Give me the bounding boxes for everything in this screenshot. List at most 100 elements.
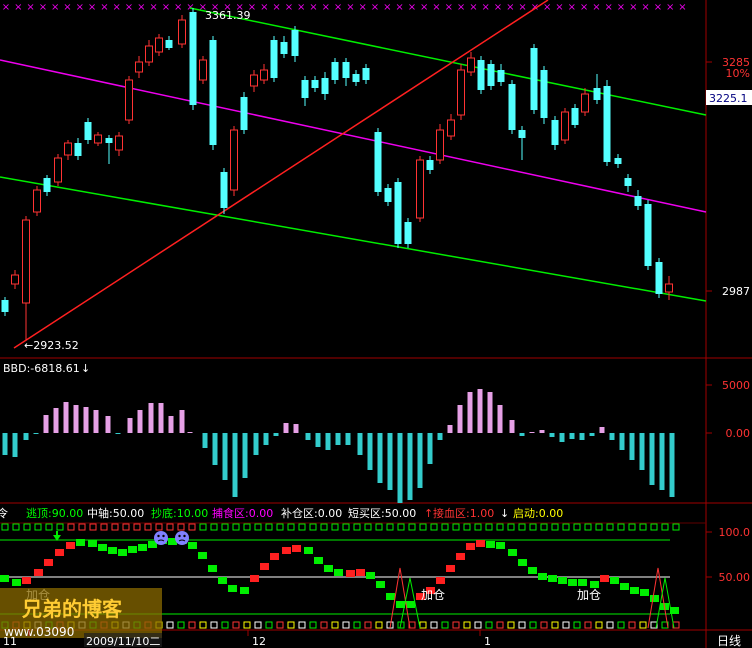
x-marker: × (395, 2, 403, 13)
square-marker (353, 523, 361, 531)
bbd-bar (63, 402, 69, 433)
signal-step (0, 575, 9, 582)
signal-step (518, 559, 527, 566)
square-marker (199, 621, 207, 629)
bbd-bar (283, 423, 289, 433)
period-label[interactable]: 日线 (717, 634, 741, 648)
bbd-bar (367, 433, 373, 470)
x-marker: × (592, 2, 600, 13)
square-marker (628, 621, 636, 629)
x-marker: × (457, 2, 465, 13)
candle-body (230, 129, 238, 191)
square-marker (397, 523, 405, 531)
candle-body (145, 45, 153, 63)
bbd-bar-series (2, 389, 675, 503)
signal-step (346, 570, 355, 577)
x-marker: × (605, 2, 613, 13)
signal-step (640, 589, 649, 596)
square-marker (474, 523, 482, 531)
square-marker (100, 523, 108, 531)
signal-step (314, 557, 323, 564)
down-arrow-icon: ↓ (500, 507, 509, 520)
x-marker: × (76, 2, 84, 13)
signal-step (260, 563, 269, 570)
square-marker (584, 523, 592, 531)
x-marker: × (654, 2, 662, 13)
x-marker: × (568, 2, 576, 13)
signal-step (406, 601, 415, 608)
square-marker (298, 621, 306, 629)
candle-body (240, 97, 248, 130)
square-marker (463, 621, 471, 629)
bbd-bar (417, 433, 423, 488)
square-marker (375, 621, 383, 629)
square-marker (309, 621, 317, 629)
square-marker (243, 621, 251, 629)
jiacang-label: 加仓 (421, 588, 445, 602)
bbd-bar (335, 433, 341, 445)
x-marker: × (518, 2, 526, 13)
signal-step (250, 575, 259, 582)
bbd-bar (148, 403, 154, 433)
candle-body (178, 19, 186, 45)
square-marker (540, 621, 548, 629)
x-marker: × (63, 2, 71, 13)
x-marker: × (359, 2, 367, 13)
candle-body (270, 40, 278, 78)
x-marker: × (272, 2, 280, 13)
signal-header-duanmai: 短买区:50.00 (348, 506, 416, 520)
bbd-bar (539, 430, 545, 433)
x-marker: × (506, 2, 514, 13)
bbd-bar (519, 433, 525, 436)
x-marker: × (309, 2, 317, 13)
bbd-bar (387, 433, 393, 490)
candle-body (135, 61, 143, 73)
x-marker: × (408, 2, 416, 13)
signal-step (446, 565, 455, 572)
square-marker (463, 523, 471, 531)
square-marker (617, 621, 625, 629)
candle-body (436, 129, 444, 161)
square-marker (144, 523, 152, 531)
bbd-bar (377, 433, 383, 483)
bbd-bar (212, 433, 218, 465)
bbd-bar (345, 433, 351, 445)
square-marker (12, 523, 20, 531)
bbd-axis-5000: 5000 (722, 379, 750, 392)
square-marker (122, 523, 130, 531)
square-marker (320, 621, 328, 629)
candle-body (125, 79, 133, 121)
signal-step (88, 540, 97, 547)
square-marker (320, 523, 328, 531)
square-marker (276, 621, 284, 629)
time-label-12: 12 (252, 635, 266, 648)
candle-body (540, 70, 548, 118)
signal-step (650, 595, 659, 602)
candle-body (199, 59, 207, 81)
signal-step (292, 545, 301, 552)
signal-step (324, 565, 333, 572)
square-marker (353, 621, 361, 629)
candle-body (477, 60, 485, 90)
signal-step (620, 583, 629, 590)
candle-body (165, 40, 173, 48)
bbd-bar (263, 433, 269, 445)
square-marker (496, 621, 504, 629)
x-marker: × (555, 2, 563, 13)
candle-body (665, 283, 673, 293)
signal-header: 令 逃顶:90.00 中轴:50.00 抄底:10.00 捕食区:0.00 补仓区:0.0… (0, 506, 563, 520)
square-marker (331, 621, 339, 629)
candle-body (352, 74, 360, 82)
x-marker: × (162, 2, 170, 13)
bbd-bar (619, 433, 625, 450)
x-marker: × (383, 2, 391, 13)
square-marker (298, 523, 306, 531)
signal-step (600, 575, 609, 582)
square-marker (221, 523, 229, 531)
square-marker (331, 523, 339, 531)
candle-body (508, 84, 516, 130)
square-marker (430, 621, 438, 629)
stock-chart[interactable]: × × × × × × × × × × × × × × × × × × × × × × × × × × × × × × × × × × × × × × × ×… (0, 0, 752, 648)
square-marker (617, 523, 625, 531)
square-marker (232, 523, 240, 531)
